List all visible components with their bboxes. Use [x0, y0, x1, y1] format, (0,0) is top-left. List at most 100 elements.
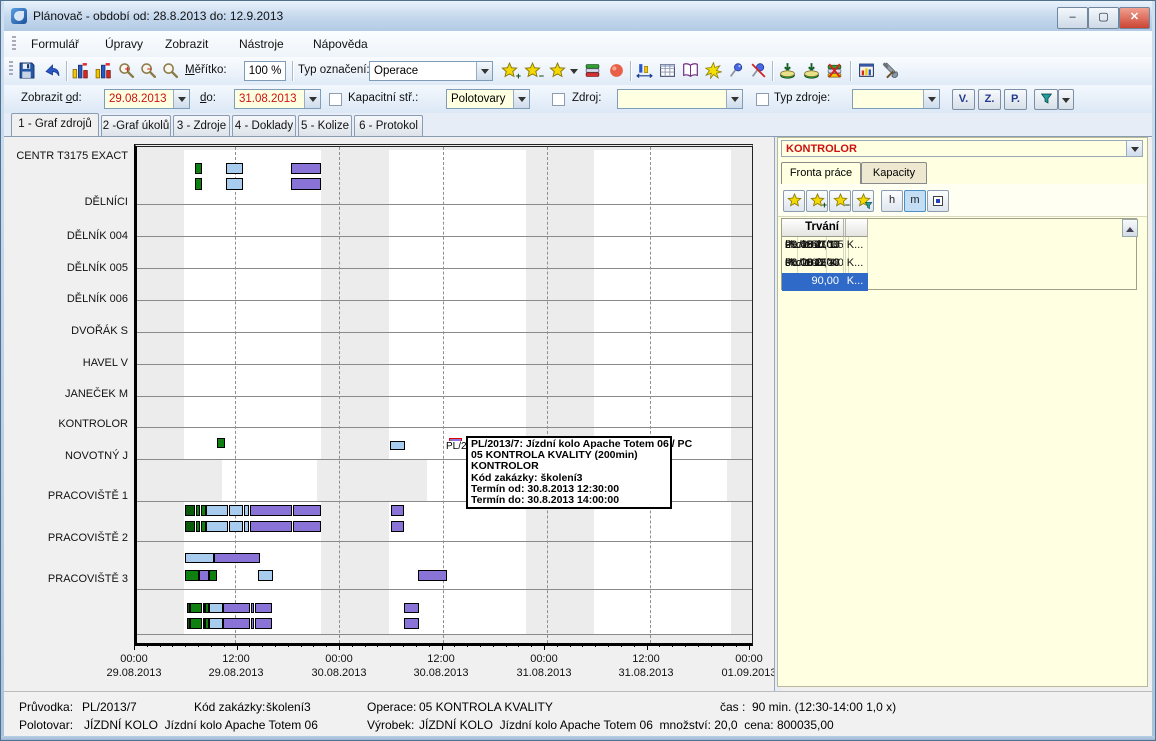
capacity-combo[interactable]: Polotovary — [446, 89, 530, 109]
menu-item-0[interactable]: Formulář — [27, 36, 83, 52]
chevron-down-icon[interactable] — [923, 90, 939, 108]
task-bar[interactable] — [223, 603, 250, 613]
task-bar[interactable] — [209, 618, 223, 629]
task-bar[interactable] — [258, 570, 273, 581]
task-bar[interactable] — [199, 570, 209, 581]
resource-combo[interactable]: KONTROLOR — [781, 140, 1143, 157]
filter-button[interactable] — [1034, 89, 1058, 110]
starburst-icon[interactable] — [703, 60, 725, 82]
task-bar[interactable] — [209, 603, 223, 613]
source-type-combo[interactable] — [852, 89, 940, 109]
chevron-down-icon[interactable] — [476, 62, 492, 80]
task-bar[interactable] — [190, 618, 202, 629]
minimize-button[interactable]: – — [1057, 7, 1088, 29]
task-bar[interactable] — [185, 521, 195, 532]
task-bar[interactable] — [195, 163, 202, 174]
table-row[interactable]: 30.08.201306:00-07:40 K...PL/2013/4škole… — [782, 255, 1122, 273]
capacity-checkbox[interactable] — [329, 93, 342, 106]
task-bar[interactable] — [255, 603, 272, 613]
mark-remove-icon[interactable]: − — [522, 60, 544, 82]
task-bar[interactable] — [226, 178, 243, 190]
layers-icon[interactable] — [582, 60, 604, 82]
p-button[interactable]: P. — [1004, 89, 1027, 110]
menu-item-1[interactable]: Úpravy — [101, 36, 147, 52]
chevron-down-icon[interactable] — [726, 90, 742, 108]
hours-button[interactable]: h — [881, 190, 903, 212]
task-bar[interactable] — [223, 618, 250, 629]
undo-icon[interactable] — [42, 60, 64, 82]
task-bar[interactable] — [251, 618, 254, 629]
task-bar[interactable] — [244, 505, 249, 516]
zoom-out-icon[interactable]: − — [138, 60, 160, 82]
date-to-combo[interactable]: 31.08.2013 — [234, 89, 321, 109]
task-bar[interactable] — [195, 178, 202, 190]
zoom-icon[interactable] — [160, 60, 182, 82]
resource-graph-icon[interactable] — [70, 60, 92, 82]
clear-stack-icon[interactable] — [824, 60, 846, 82]
pin-icon[interactable] — [726, 60, 748, 82]
task-bar[interactable] — [244, 521, 249, 532]
task-bar[interactable] — [250, 505, 292, 516]
task-bar[interactable] — [196, 505, 200, 516]
task-bar[interactable] — [190, 603, 202, 613]
close-button[interactable]: ✕ — [1119, 7, 1150, 29]
fit-width-icon[interactable] — [634, 60, 656, 82]
menu-item-3[interactable]: Nástroje — [235, 36, 288, 52]
tab-view-4[interactable]: 5 - Kolize — [298, 115, 352, 136]
queue-star-filter-icon[interactable] — [852, 190, 874, 212]
collision-ball-icon[interactable] — [606, 60, 628, 82]
z-button[interactable]: Z. — [978, 89, 1001, 110]
table-row[interactable]: ★30.08.201312:30-14:00 K...PL/2013/7škol… — [782, 273, 1122, 291]
task-bar[interactable] — [196, 521, 200, 532]
import-stack-icon[interactable] — [777, 60, 799, 82]
source-type-checkbox[interactable] — [756, 93, 769, 106]
task-bar[interactable] — [226, 163, 243, 174]
zoom-in-icon[interactable]: + — [116, 60, 138, 82]
task-bar[interactable] — [185, 505, 195, 516]
task-bar[interactable] — [185, 570, 199, 581]
task-bar[interactable] — [293, 505, 321, 516]
tab-fronta-prace[interactable]: Fronta práce — [781, 162, 861, 185]
task-bar[interactable] — [185, 553, 214, 563]
chevron-down-icon[interactable] — [304, 90, 320, 108]
task-bar[interactable] — [206, 521, 228, 532]
task-bar[interactable] — [291, 163, 321, 174]
task-bar[interactable] — [209, 570, 217, 581]
task-bar[interactable] — [214, 553, 260, 563]
task-bar[interactable] — [404, 603, 419, 613]
chevron-down-icon[interactable] — [1126, 141, 1142, 156]
task-bar[interactable] — [391, 505, 404, 516]
menu-item-2[interactable]: Zobrazit — [161, 36, 212, 52]
tab-view-5[interactable]: 6 - Protokol — [354, 115, 423, 136]
menu-item-4[interactable]: Nápověda — [309, 36, 372, 52]
task-bar[interactable] — [404, 618, 419, 629]
square-toggle-button[interactable] — [927, 190, 949, 212]
save-icon[interactable] — [16, 60, 38, 82]
tab-view-1[interactable]: 2 -Graf úkolů — [101, 115, 171, 136]
task-bar[interactable] — [206, 505, 228, 516]
task-bar[interactable] — [391, 521, 404, 532]
source-checkbox[interactable] — [552, 93, 565, 106]
tools-icon[interactable] — [880, 60, 902, 82]
task-bar[interactable] — [229, 505, 243, 516]
table-row[interactable]: 29.08.201309:45-10:35 K...PL/2013/1škole… — [782, 237, 1122, 255]
task-bar[interactable] — [217, 438, 225, 448]
queue-star-add-icon[interactable]: + — [806, 190, 828, 212]
v-button[interactable]: V. — [952, 89, 975, 110]
task-bar[interactable] — [251, 603, 254, 613]
tab-view-0[interactable]: 1 - Graf zdrojů — [11, 113, 99, 136]
table-scroll-up-button[interactable] — [1122, 219, 1138, 237]
filter-menu-button[interactable] — [1058, 89, 1074, 110]
import-all-icon[interactable] — [801, 60, 823, 82]
chevron-down-icon[interactable] — [173, 90, 189, 108]
task-bar[interactable] — [293, 521, 321, 532]
mark-menu-icon[interactable] — [547, 60, 569, 82]
book-icon[interactable] — [680, 60, 702, 82]
task-bar[interactable] — [390, 441, 405, 450]
table-icon[interactable] — [657, 60, 679, 82]
source-combo[interactable] — [617, 89, 743, 109]
tab-view-3[interactable]: 4 - Doklady — [232, 115, 296, 136]
queue-star-remove-icon[interactable]: − — [829, 190, 851, 212]
scale-input[interactable] — [244, 61, 286, 81]
mark-add-icon[interactable]: + — [499, 60, 521, 82]
